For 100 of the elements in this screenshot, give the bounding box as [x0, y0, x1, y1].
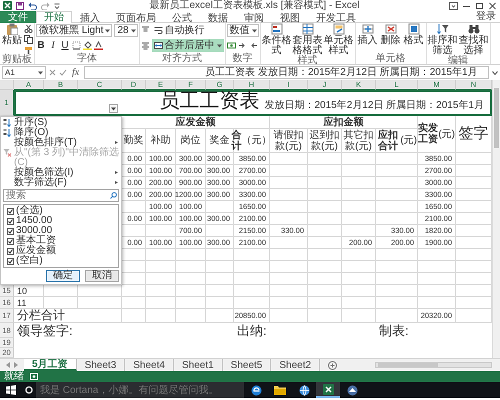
table-cell	[308, 213, 342, 225]
horizontal-scrollbar[interactable]	[375, 362, 492, 368]
menu-item[interactable]: 升序(S)	[3, 118, 119, 128]
menu-item[interactable]: 降序(O)	[3, 128, 119, 138]
decrease-decimal-icon[interactable]	[248, 41, 258, 50]
table-header: 迟到扣款(元)	[308, 129, 342, 153]
ribbon-tab[interactable]: 视图	[272, 12, 308, 23]
undo-icon[interactable]	[28, 2, 37, 10]
table-header: 补助	[146, 129, 176, 153]
table-cell	[122, 285, 146, 297]
table-cell	[270, 189, 308, 201]
menu-item[interactable]: 按颜色排序(T)	[3, 138, 119, 148]
checkbox[interactable]	[7, 208, 14, 214]
filter-option[interactable]: 应发金额	[7, 246, 115, 256]
menu-item[interactable]: 按颜色筛选(I)	[3, 168, 119, 178]
search-field[interactable]: 我是 Cortana，小娜。有问题尽管问我。	[36, 382, 244, 398]
app-icon[interactable]	[346, 384, 358, 396]
font-size-field[interactable]: 28	[114, 24, 138, 37]
wrap-text-button[interactable]: 自动换行	[152, 24, 207, 37]
italic-button[interactable]: I	[48, 40, 58, 52]
copy-icon[interactable]	[24, 35, 33, 44]
table-cell	[270, 201, 308, 213]
bold-button[interactable]: B	[36, 40, 46, 52]
insert-function-button[interactable]: fx	[70, 67, 82, 78]
ribbon-tab[interactable]: 开始	[36, 11, 72, 23]
table-cell	[418, 297, 456, 309]
checkbox[interactable]	[7, 238, 14, 244]
cancel-icon[interactable]	[49, 69, 56, 76]
merge-center-button[interactable]: 合并后居中	[152, 39, 224, 52]
formula-field[interactable]: 员工工资表 发放日期：2015年2月12日 所属日期：2015年1月	[84, 66, 489, 79]
checkbox[interactable]	[7, 248, 14, 254]
filter-option[interactable]: 1450.00	[7, 216, 115, 226]
filter-button[interactable]	[109, 104, 118, 113]
globe-icon[interactable]	[298, 384, 310, 396]
table-cell	[122, 309, 146, 323]
format-painter-icon[interactable]	[24, 46, 33, 55]
table-header: 请假扣款(元)	[270, 129, 308, 153]
checkbox[interactable]	[7, 218, 14, 224]
font-field[interactable]: 微软雅黑 Light	[36, 24, 112, 37]
align-center-icon[interactable]	[140, 41, 150, 50]
table-header: 其它扣款(元)	[342, 129, 376, 153]
format-button[interactable]: 格式	[402, 23, 425, 46]
accounting-icon[interactable]	[226, 41, 236, 50]
search-field[interactable]: 搜索	[3, 189, 119, 202]
table-cell	[176, 261, 206, 273]
conditional-format-button[interactable]: 条件格式	[262, 23, 292, 56]
vertical-scrollbar[interactable]	[492, 80, 500, 358]
table-cell	[270, 165, 308, 177]
paste-button[interactable]: 粘贴	[1, 23, 23, 46]
filter-option[interactable]: 基本工资	[7, 236, 115, 246]
underline-button[interactable]: U	[60, 40, 70, 52]
spreadsheet-icon[interactable]	[322, 384, 334, 394]
font-color-icon[interactable]	[94, 41, 103, 50]
increase-decimal-icon[interactable]	[238, 41, 247, 50]
filter-option[interactable]: 3000.00	[7, 226, 115, 236]
sort-filter-button[interactable]: 排序和筛选	[428, 23, 458, 56]
close-icon[interactable]	[488, 2, 497, 10]
fill-color-icon[interactable]	[83, 41, 92, 50]
caret-icon	[216, 44, 222, 48]
macro-record-icon[interactable]	[30, 373, 38, 380]
name-box[interactable]: A1	[2, 66, 46, 79]
scissors-icon[interactable]	[24, 24, 33, 33]
expand-icon[interactable]	[492, 70, 498, 74]
ribbon-tab[interactable]: 审阅	[236, 12, 272, 23]
delete-button[interactable]: 删除	[380, 23, 402, 46]
sign-in-link[interactable]: 登录	[476, 11, 500, 22]
filter-option[interactable]: (全选)	[7, 206, 115, 216]
insert-button[interactable]: 插入	[356, 23, 379, 46]
file-tab[interactable]: 文件	[0, 11, 36, 23]
ribbon-display-icon[interactable]	[449, 2, 458, 10]
windows-icon[interactable]	[6, 385, 16, 395]
selected-cell[interactable]: 员工工资表 发放日期：2015年2月12日 所属日期：2015年1月	[14, 90, 492, 116]
table-cell	[376, 165, 418, 177]
menu-item[interactable]: 数字筛选(F)	[3, 178, 119, 188]
checkbox[interactable]	[7, 258, 14, 264]
filter-option[interactable]: (空白)	[7, 256, 115, 266]
ribbon-tab[interactable]: 插入	[72, 12, 108, 23]
table-format-button[interactable]: 套用表格格式	[292, 23, 323, 56]
find-select-button[interactable]: 查找和选择	[458, 23, 489, 56]
folder-icon[interactable]	[274, 385, 286, 395]
table-header: 岗位	[176, 129, 206, 153]
maximize-icon[interactable]	[475, 2, 484, 10]
customize-icon[interactable]	[54, 2, 60, 10]
cancel-button[interactable]: 取消	[85, 270, 119, 282]
sheet-tab[interactable]: 5月工资	[24, 359, 77, 371]
ribbon-tab[interactable]: 页面布局	[108, 12, 164, 23]
ribbon-tab[interactable]: 公式	[164, 12, 200, 23]
number-format-field[interactable]: 数值	[226, 24, 259, 37]
search-icon	[110, 192, 117, 199]
enter-icon[interactable]	[59, 69, 67, 76]
ribbon-tab[interactable]: 开发工具	[308, 12, 364, 23]
checkbox[interactable]	[7, 228, 14, 234]
browser-icon[interactable]	[250, 384, 262, 396]
cell-style-button[interactable]: 单元格样式	[324, 23, 354, 56]
ok-button[interactable]: 确定	[46, 270, 80, 282]
ribbon-tab[interactable]: 数据	[200, 12, 236, 23]
add-sheet-icon[interactable]	[328, 360, 338, 370]
border-icon[interactable]	[72, 41, 81, 50]
save-icon[interactable]	[16, 2, 24, 10]
table-cell	[176, 285, 206, 297]
